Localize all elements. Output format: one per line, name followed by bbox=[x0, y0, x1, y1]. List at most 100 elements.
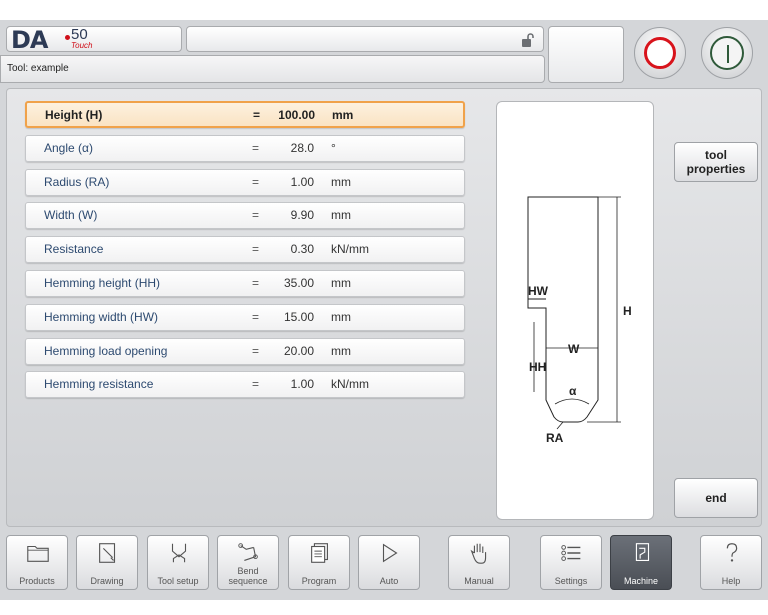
status-box bbox=[548, 26, 624, 83]
play-icon bbox=[382, 543, 398, 563]
parameter-row[interactable]: Hemming width (HW) = 15.00 mm bbox=[25, 304, 465, 331]
parameter-row[interactable]: Resistance = 0.30 kN/mm bbox=[25, 236, 465, 263]
parameter-name: Resistance bbox=[44, 242, 104, 256]
parameter-equals: = bbox=[252, 276, 260, 290]
logo-brand: DA bbox=[11, 26, 48, 54]
tool-properties-label: tool properties bbox=[686, 148, 746, 176]
label-hh: HH bbox=[529, 360, 546, 374]
tool-outline bbox=[527, 196, 599, 423]
nav-settings-button[interactable]: Settings bbox=[540, 535, 602, 590]
tool-properties-button[interactable]: tool properties bbox=[674, 142, 758, 182]
parameter-name: Width (W) bbox=[44, 208, 98, 222]
nav-label: Products bbox=[19, 576, 55, 586]
label-h: H bbox=[623, 304, 632, 318]
parameter-row[interactable]: Hemming resistance = 1.00 kN/mm bbox=[25, 371, 465, 398]
nav-help-button[interactable]: Help bbox=[700, 535, 762, 590]
nav-auto-button[interactable]: Auto bbox=[358, 535, 420, 590]
settings-icon bbox=[561, 545, 581, 561]
start-button[interactable] bbox=[701, 27, 753, 79]
app-frame: DA 50 Touch Tool: example Height (H) = 100… bbox=[0, 20, 768, 600]
logo-dot bbox=[65, 35, 70, 40]
nav-label: Machine bbox=[623, 576, 659, 586]
parameter-value: 100.00 bbox=[278, 108, 315, 122]
parameter-equals: = bbox=[252, 208, 260, 222]
nav-label: Tool setup bbox=[157, 576, 199, 586]
nav-drawing-button[interactable]: Drawing bbox=[76, 535, 138, 590]
drawing-icon bbox=[99, 543, 116, 563]
parameter-row[interactable]: Radius (RA) = 1.00 mm bbox=[25, 169, 465, 196]
stop-icon bbox=[644, 37, 676, 69]
parameter-name: Hemming load opening bbox=[44, 344, 168, 358]
nav-label: Auto bbox=[379, 576, 399, 586]
parameter-unit: kN/mm bbox=[331, 377, 369, 391]
nav-label: Help bbox=[721, 576, 741, 586]
end-label: end bbox=[705, 491, 727, 505]
parameter-unit: mm bbox=[332, 108, 354, 122]
start-icon bbox=[710, 36, 744, 70]
label-w: W bbox=[568, 342, 580, 356]
tool-subtitle: Tool: example bbox=[0, 55, 545, 83]
tool-drawing-svg: HW H W HH α RA bbox=[527, 196, 632, 445]
parameter-name: Hemming resistance bbox=[44, 377, 154, 391]
parameter-name: Radius (RA) bbox=[44, 175, 110, 189]
parameter-equals: = bbox=[252, 141, 260, 155]
help-icon bbox=[726, 543, 738, 562]
parameter-unit: mm bbox=[331, 175, 351, 189]
nav-label: Manual bbox=[464, 576, 494, 586]
logo-sub: Touch bbox=[71, 41, 93, 50]
parameter-unit: kN/mm bbox=[331, 242, 369, 256]
main-panel: Height (H) = 100.00 mm Angle (α) = 28.0 ° Radius… bbox=[6, 88, 762, 527]
parameter-value: 1.00 bbox=[290, 377, 314, 391]
parameter-unit: mm bbox=[331, 310, 351, 324]
parameter-value: 20.00 bbox=[283, 344, 314, 358]
parameter-name: Hemming height (HH) bbox=[44, 276, 161, 290]
parameter-equals: = bbox=[252, 344, 260, 358]
ra-leader bbox=[556, 421, 564, 430]
parameter-unit: ° bbox=[331, 141, 336, 155]
parameter-value: 15.00 bbox=[283, 310, 314, 324]
parameter-unit: mm bbox=[331, 276, 351, 290]
hand-icon bbox=[470, 543, 487, 564]
parameter-equals: = bbox=[252, 377, 260, 391]
parameter-row[interactable]: Height (H) = 100.00 mm bbox=[25, 101, 465, 128]
label-hw: HW bbox=[528, 284, 549, 298]
parameter-row[interactable]: Hemming load opening = 20.00 mm bbox=[25, 338, 465, 365]
nav-bend-sequence-button[interactable]: Bend sequence bbox=[217, 535, 279, 590]
parameter-equals: = bbox=[252, 242, 260, 256]
nav-products-button[interactable]: Products bbox=[6, 535, 68, 590]
parameter-row[interactable]: Width (W) = 9.90 mm bbox=[25, 202, 465, 229]
title-bar bbox=[186, 26, 544, 52]
parameter-value: 1.00 bbox=[290, 175, 314, 189]
parameter-equals: = bbox=[252, 175, 260, 189]
parameter-value: 0.30 bbox=[290, 242, 314, 256]
nav-machine-button[interactable]: Machine bbox=[610, 535, 672, 590]
parameter-value: 9.90 bbox=[290, 208, 314, 222]
parameter-unit: mm bbox=[331, 208, 351, 222]
tool-setup-icon bbox=[171, 543, 187, 563]
nav-label: Bend sequence bbox=[228, 566, 268, 586]
parameter-unit: mm bbox=[331, 344, 351, 358]
parameter-row[interactable]: Hemming height (HH) = 35.00 mm bbox=[25, 270, 465, 297]
nav-label: Program bbox=[301, 576, 337, 586]
parameter-row[interactable]: Angle (α) = 28.0 ° bbox=[25, 135, 465, 162]
label-ra: RA bbox=[546, 431, 564, 445]
nav-manual-button[interactable]: Manual bbox=[448, 535, 510, 590]
alpha-arc bbox=[554, 398, 590, 405]
end-button[interactable]: end bbox=[674, 478, 758, 518]
parameter-equals: = bbox=[253, 108, 261, 122]
unlock-icon[interactable] bbox=[519, 32, 535, 48]
nav-label: Drawing bbox=[90, 576, 124, 586]
parameter-value: 28.0 bbox=[290, 141, 314, 155]
machine-icon bbox=[635, 543, 650, 561]
program-icon bbox=[311, 543, 328, 563]
folder-icon bbox=[27, 545, 49, 562]
parameter-name: Height (H) bbox=[45, 108, 103, 122]
parameter-value: 35.00 bbox=[283, 276, 314, 290]
stop-button[interactable] bbox=[634, 27, 686, 79]
nav-program-button[interactable]: Program bbox=[288, 535, 350, 590]
parameter-name: Hemming width (HW) bbox=[44, 310, 159, 324]
bend-sequence-icon bbox=[238, 543, 258, 561]
parameter-equals: = bbox=[252, 310, 260, 324]
parameter-name: Angle (α) bbox=[44, 141, 93, 155]
nav-tool-setup-button[interactable]: Tool setup bbox=[147, 535, 209, 590]
